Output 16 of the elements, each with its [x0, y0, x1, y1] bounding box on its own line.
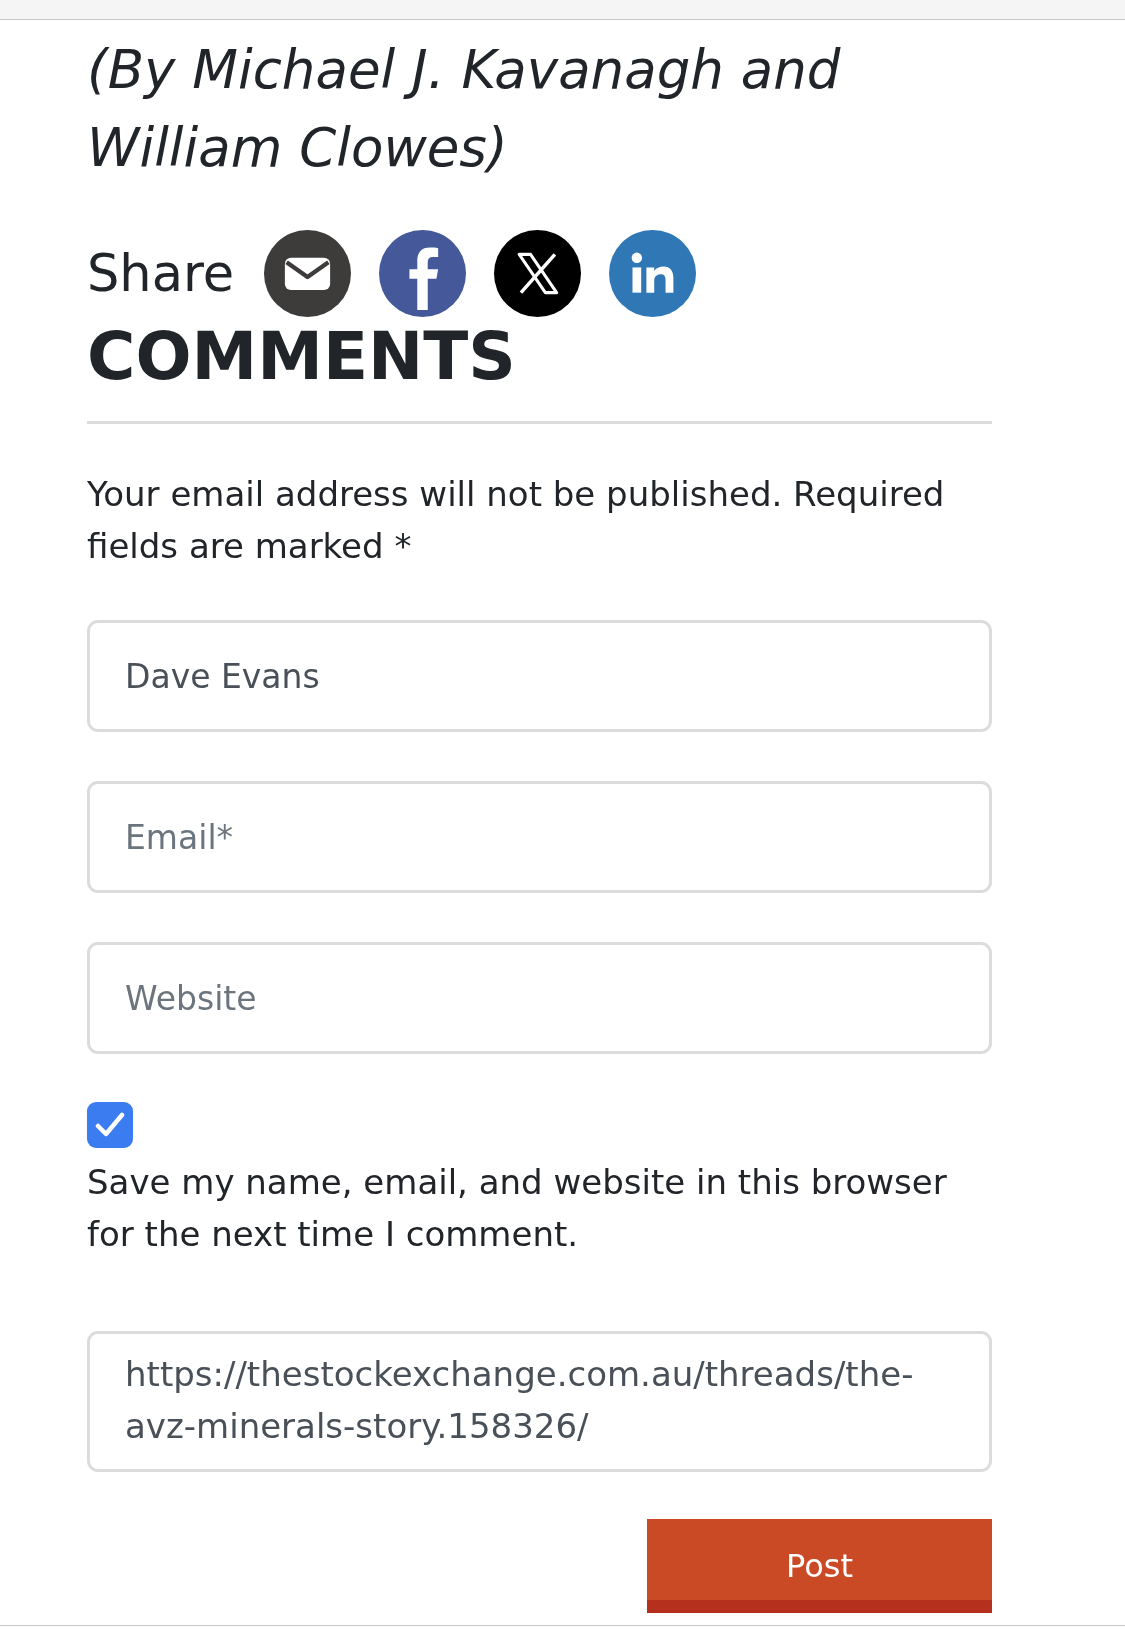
input-field[interactable]: Email* — [87, 781, 992, 893]
comment-field[interactable]: https://thestockexchange.com.au/threads/the-avz-minerals-story.158326/ — [87, 1331, 992, 1472]
share-label: Share — [87, 242, 235, 305]
checkbox[interactable] — [87, 1102, 133, 1148]
x-logo-icon[interactable] — [494, 230, 582, 317]
author-byline: (By Michael J. Kavanagh and William Clowes) — [87, 38, 842, 180]
linkedin-icon[interactable] — [609, 230, 697, 317]
envelope-icon[interactable] — [264, 230, 352, 317]
notice-text: Your email address will not be published. Required fields are marked * — [87, 473, 946, 568]
post-button[interactable]: Post — [647, 1519, 992, 1613]
facebook-icon[interactable] — [379, 230, 467, 317]
checkmark-icon — [95, 1112, 125, 1138]
input-field[interactable]: Dave Evans — [87, 620, 992, 732]
input-field[interactable]: Website — [87, 942, 992, 1054]
consent-label: Save my name, email, and website in this browser for the next time I comment. — [87, 1161, 948, 1256]
comments-heading: COMMENTS — [87, 317, 517, 397]
